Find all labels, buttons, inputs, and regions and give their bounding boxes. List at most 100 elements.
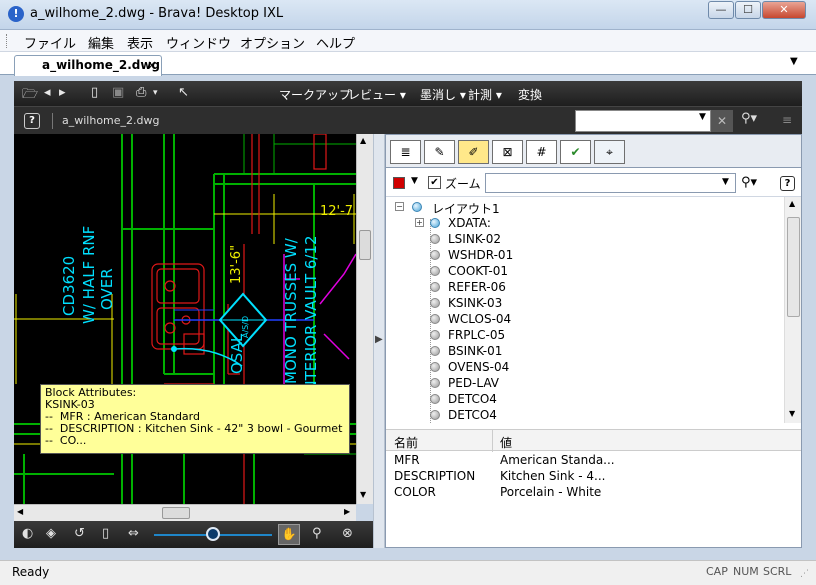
- tab-layers-icon[interactable]: ≣: [390, 140, 421, 164]
- list-icon[interactable]: ≡: [782, 113, 792, 127]
- breadcrumb-bar: ? a_wilhome_2.dwg ▼ ✕ ⚲▾ ≡: [14, 106, 802, 134]
- minimize-button[interactable]: —: [708, 1, 734, 19]
- scroll-up-icon[interactable]: ▲: [360, 136, 366, 145]
- tab-attributes-icon[interactable]: ⌖: [594, 140, 625, 164]
- tree-root[interactable]: − レイアウト1: [386, 199, 776, 216]
- pan-hand-icon[interactable]: ✋: [278, 524, 300, 545]
- document-icon[interactable]: ▯: [91, 85, 98, 100]
- tab-review-icon[interactable]: ✔: [560, 140, 591, 164]
- tree-item[interactable]: COOKT-01: [386, 263, 776, 279]
- select-pointer-icon[interactable]: ↖: [178, 85, 189, 100]
- zoom-window-icon[interactable]: ⚲: [312, 526, 322, 541]
- measure-menu[interactable]: 計測 ▾: [468, 86, 502, 103]
- scroll-down-icon[interactable]: ▼: [360, 490, 366, 499]
- fit-width-icon[interactable]: ⇔: [128, 526, 139, 541]
- panel-splitter[interactable]: ▶: [373, 134, 385, 548]
- table-row[interactable]: MFR American Standa...: [386, 453, 801, 469]
- page-icon[interactable]: ▯: [102, 526, 109, 541]
- layer-select[interactable]: ▼: [485, 173, 736, 193]
- save-icon[interactable]: ▣: [112, 85, 124, 100]
- close-button[interactable]: ✕: [762, 1, 806, 19]
- print-dropdown-icon[interactable]: ▾: [153, 88, 158, 98]
- tab-pen-icon[interactable]: ✎: [424, 140, 455, 164]
- open-folder-icon[interactable]: 🗁: [22, 85, 38, 107]
- tree-item[interactable]: BSINK-01: [386, 343, 776, 359]
- tree-item[interactable]: LSINK-02: [386, 231, 776, 247]
- column-name-header[interactable]: 名前: [394, 434, 418, 451]
- tree-item-xdata[interactable]: + XDATA:: [386, 215, 776, 231]
- maximize-button[interactable]: ☐: [735, 1, 761, 19]
- tab-measure-icon[interactable]: #: [526, 140, 557, 164]
- menu-window[interactable]: ウィンドウ: [166, 33, 231, 52]
- scrollbar-thumb[interactable]: [162, 507, 190, 519]
- menu-file[interactable]: ファイル: [24, 33, 76, 52]
- search-icon[interactable]: ⚲▾: [741, 111, 757, 126]
- help-button[interactable]: ?: [780, 176, 795, 191]
- tree-item[interactable]: WSHDR-01: [386, 247, 776, 263]
- scroll-right-icon[interactable]: ▶: [344, 507, 350, 516]
- tree-item-label: REFER-06: [448, 280, 506, 294]
- properties-panel: ≣ ✎ ✐ ⊠ # ✔ ⌖ ▼ ✔ ズーム ▼ ⚲▾ ? − レイアウト1 + …: [385, 134, 802, 548]
- table-row[interactable]: DESCRIPTION Kitchen Sink - 4...: [386, 469, 801, 485]
- expand-icon[interactable]: +: [415, 218, 424, 227]
- canvas-vertical-scrollbar[interactable]: ▲ ▼: [356, 134, 373, 504]
- markup-menu[interactable]: マークアップ: [279, 86, 351, 103]
- table-row[interactable]: COLOR Porcelain - White: [386, 485, 801, 501]
- zoom-checkbox[interactable]: ✔: [428, 176, 441, 189]
- tree-item[interactable]: PED-LAV: [386, 375, 776, 391]
- tab-close-button[interactable]: ×: [147, 58, 157, 72]
- tree-item[interactable]: DETCO4: [386, 407, 776, 423]
- app-icon: !: [8, 6, 24, 22]
- chevron-down-icon[interactable]: ▼: [722, 177, 729, 187]
- layers-icon[interactable]: ◈: [46, 526, 56, 541]
- tree-item[interactable]: KSINK-03: [386, 295, 776, 311]
- zoom-out-icon[interactable]: ⊗: [342, 526, 353, 541]
- tab-redact-icon[interactable]: ⊠: [492, 140, 523, 164]
- zoom-slider-knob[interactable]: [206, 527, 220, 541]
- column-divider[interactable]: [492, 430, 493, 452]
- tree-item-label: FRPLC-05: [448, 328, 506, 342]
- color-dropdown-icon[interactable]: ▼: [411, 176, 418, 186]
- collapse-icon[interactable]: −: [395, 202, 404, 211]
- search-dropdown-icon[interactable]: ▼: [699, 112, 706, 122]
- search-icon[interactable]: ⚲▾: [741, 175, 757, 190]
- block-icon: [430, 410, 440, 420]
- menu-help[interactable]: ヘルプ: [316, 33, 355, 52]
- search-input[interactable]: [575, 110, 711, 132]
- resize-grip-icon[interactable]: ⋰: [800, 569, 809, 579]
- rotate-icon[interactable]: ↺: [74, 526, 85, 541]
- scroll-up-icon[interactable]: ▲: [789, 199, 795, 208]
- column-value-header[interactable]: 値: [500, 434, 512, 451]
- expand-arrow-icon[interactable]: ▶: [375, 334, 383, 345]
- scrollbar-thumb[interactable]: [787, 217, 800, 317]
- menu-edit[interactable]: 編集: [88, 33, 114, 52]
- convert-menu[interactable]: 変換: [518, 86, 542, 103]
- tab-markup-icon[interactable]: ✐: [458, 140, 489, 164]
- tree-scrollbar[interactable]: ▲ ▼: [784, 197, 801, 423]
- tab-document[interactable]: a_wilhome_2.dwg ×: [14, 55, 162, 76]
- forward-arrow-icon[interactable]: ▸: [59, 85, 66, 100]
- tree-item[interactable]: REFER-06: [386, 279, 776, 295]
- scrollbar-thumb[interactable]: [359, 230, 371, 260]
- help-button[interactable]: ?: [24, 113, 40, 129]
- menu-view[interactable]: 表示: [127, 33, 153, 52]
- tree-item[interactable]: OVENS-04: [386, 359, 776, 375]
- color-swatch[interactable]: [393, 177, 405, 189]
- menu-options[interactable]: オプション: [240, 33, 305, 52]
- scroll-left-icon[interactable]: ◀: [17, 507, 23, 516]
- back-arrow-icon[interactable]: ◂: [44, 85, 51, 100]
- scroll-down-icon[interactable]: ▼: [789, 409, 795, 418]
- tab-list-dropdown[interactable]: ▼: [790, 56, 798, 67]
- print-icon[interactable]: ⎙: [136, 85, 146, 100]
- redact-menu[interactable]: 墨消し ▾: [420, 86, 466, 103]
- review-menu[interactable]: レビュー ▾: [348, 86, 406, 103]
- tree-item-label: WSHDR-01: [448, 248, 514, 262]
- tree-item[interactable]: WCLOS-04: [386, 311, 776, 327]
- search-clear-button[interactable]: ✕: [711, 110, 733, 132]
- tree-item[interactable]: DETCO4: [386, 391, 776, 407]
- menu-bar: ファイル 編集 表示 ウィンドウ オプション ヘルプ: [0, 30, 816, 52]
- tree-item[interactable]: FRPLC-05: [386, 327, 776, 343]
- prop-name: DESCRIPTION: [394, 469, 476, 483]
- contrast-icon[interactable]: ◐: [22, 526, 33, 541]
- canvas-horizontal-scrollbar[interactable]: ◀ ▶: [14, 504, 356, 521]
